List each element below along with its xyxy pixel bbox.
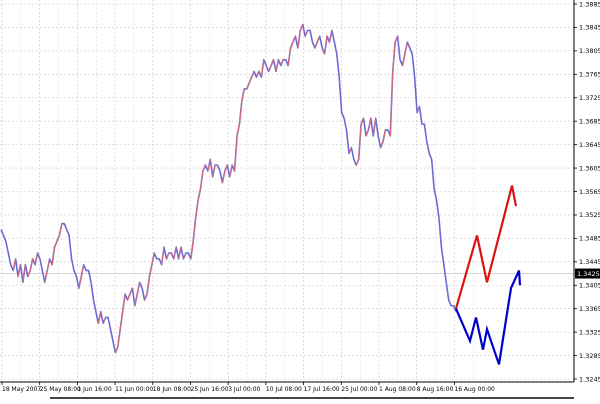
y-tick-label: 1.3365 (579, 305, 600, 313)
y-tick-label: 1.3525 (579, 211, 600, 219)
x-tick-label: 25 May 08:00 (40, 386, 81, 393)
x-tick-label: 11 Jun 00:00 (115, 386, 153, 393)
x-tick-label: 18 Jun 08:00 (153, 386, 191, 393)
x-tick-label: 25 Jun 16:00 (191, 386, 229, 393)
y-tick-label: 1.3565 (579, 188, 600, 196)
current-price-label: 1.3425 (577, 270, 600, 278)
chart-canvas: 1.3885 1.3845 1.3805 1.3765 1.3725 1.3685 1.36… (0, 0, 600, 399)
y-tick-label: 1.3805 (579, 47, 600, 55)
plot-area (0, 0, 574, 382)
y-tick-label: 1.3325 (579, 328, 600, 336)
y-tick-label: 1.3405 (579, 282, 600, 290)
x-tick-label: 8 Aug 16:00 (417, 386, 454, 393)
y-tick-label: 1.3245 (579, 375, 600, 383)
x-tick-label: 25 Jul 00:00 (341, 386, 377, 393)
y-tick-label: 1.3285 (579, 352, 600, 360)
y-axis: 1.3885 1.3845 1.3805 1.3765 1.3725 1.3685 1.36… (574, 0, 600, 383)
x-tick-label: 17 Jul 16:00 (304, 386, 340, 393)
y-tick-label: 1.3765 (579, 71, 600, 79)
y-tick-label: 1.3885 (579, 0, 600, 8)
y-tick-label: 1.3645 (579, 141, 600, 149)
y-tick-label: 1.3845 (579, 24, 600, 32)
x-tick-label: 18 May 2007 (2, 386, 41, 393)
y-tick-label: 1.3605 (579, 164, 600, 172)
x-tick-label: 16 Aug 00:00 (454, 386, 495, 393)
x-tick-label: 1 Jun 16:00 (77, 386, 111, 393)
y-tick-label: 1.3485 (579, 235, 600, 243)
x-axis: 18 May 200725 May 08:001 Jun 16:00 11 Jun… (1, 382, 495, 393)
price-chart: 1.3885 1.3845 1.3805 1.3765 1.3725 1.3685 1.36… (0, 0, 600, 400)
x-tick-label: 1 Aug 08:00 (379, 386, 416, 393)
x-tick-label: 10 Jul 08:00 (266, 386, 302, 393)
current-price-marker: 1.3425 (575, 268, 600, 279)
y-tick-label: 1.3685 (579, 117, 600, 125)
y-tick-label: 1.3445 (579, 258, 600, 266)
y-tick-label: 1.3725 (579, 94, 600, 102)
x-tick-label: 3 Jul 00:00 (228, 386, 260, 393)
